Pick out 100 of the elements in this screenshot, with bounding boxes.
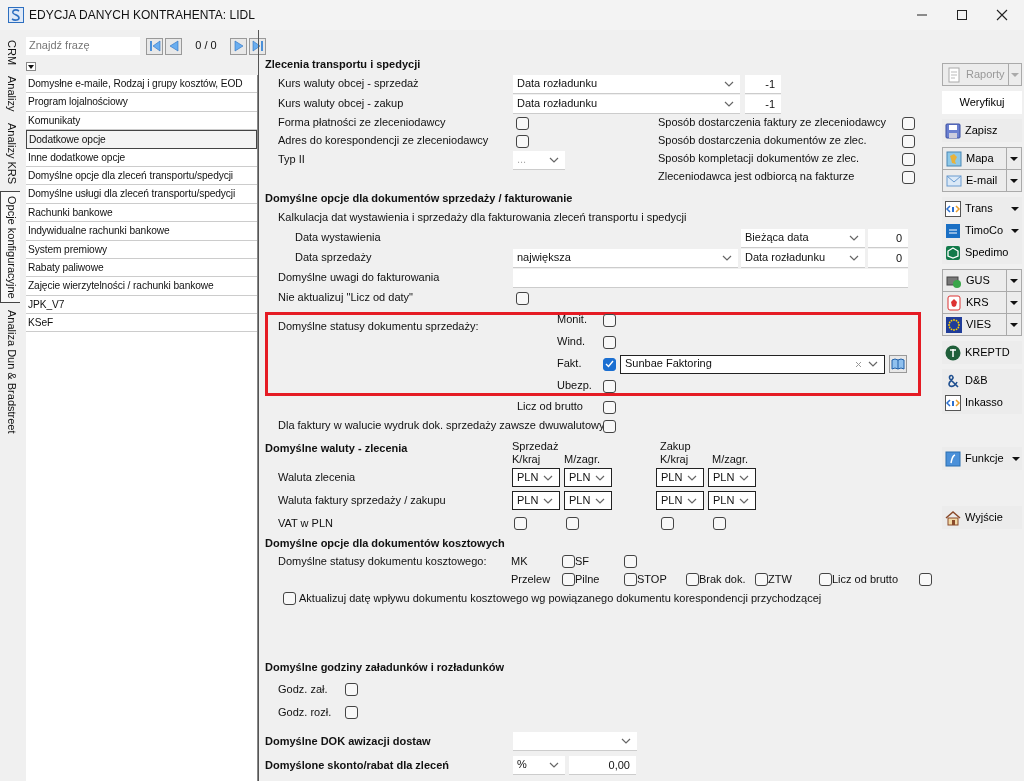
dropdown[interactable]: PLN — [656, 468, 704, 488]
book-button[interactable] — [889, 355, 907, 373]
checkbox[interactable] — [603, 400, 616, 414]
last-button[interactable] — [249, 37, 266, 55]
dropdown[interactable]: PLN — [564, 468, 612, 488]
checkbox[interactable] — [686, 572, 699, 586]
dropdown[interactable]: PLN — [564, 491, 612, 511]
field-label: Forma płatności ze zleceniodawcy — [278, 116, 447, 130]
checkbox[interactable] — [661, 516, 674, 530]
number-field[interactable]: 0,00 — [569, 755, 636, 775]
dropdown[interactable]: PLN — [512, 491, 560, 511]
number-field[interactable]: -1 — [745, 94, 781, 114]
collapse-button[interactable] — [26, 62, 36, 71]
dropdown[interactable]: Data rozładunku — [513, 74, 740, 94]
column-header: M/zagr. — [712, 453, 750, 467]
action-button[interactable]: Spedimo — [942, 241, 1022, 264]
list-item[interactable]: Program lojalnościowy — [26, 93, 257, 112]
action-button[interactable]: Funkcje — [942, 447, 1022, 470]
checkbox[interactable] — [345, 683, 358, 697]
list-item[interactable]: Domyślne opcje dla zleceń transportu/spedycji — [26, 166, 257, 186]
dropdown[interactable]: Data rozładunku — [513, 94, 740, 114]
side-tab[interactable]: Opcje konfiguracyjne — [0, 190, 20, 304]
checkbox[interactable] — [902, 170, 915, 184]
checkbox[interactable] — [562, 572, 575, 586]
dropdown[interactable]: PLN — [708, 468, 756, 488]
list-item[interactable]: Rabaty paliwowe — [26, 258, 257, 278]
checkbox[interactable] — [624, 572, 637, 586]
clear-icon[interactable] — [855, 360, 862, 368]
action-button[interactable]: Trans — [942, 197, 1022, 220]
dropdown-arrow-button[interactable] — [1006, 270, 1021, 291]
side-tab[interactable]: Analizy — [0, 72, 20, 116]
list-item[interactable]: JPK_V7 — [26, 295, 257, 315]
side-tab[interactable]: CRM — [0, 36, 20, 70]
search-field[interactable]: Znajdź frazę — [26, 37, 140, 55]
checkbox[interactable] — [902, 134, 915, 148]
dropdown-arrow-button[interactable] — [1006, 292, 1021, 313]
dropdown[interactable]: PLN — [512, 468, 560, 488]
checkbox[interactable] — [755, 572, 768, 586]
checkbox[interactable] — [516, 116, 529, 130]
action-button[interactable]: Inkasso — [942, 391, 1022, 414]
list-item[interactable]: Inne dodatkowe opcje — [26, 148, 257, 167]
checkbox[interactable] — [603, 335, 616, 349]
checkbox[interactable] — [603, 379, 616, 393]
dropdown-arrow-button[interactable] — [1006, 148, 1021, 169]
action-button[interactable]: Zapisz — [942, 119, 1022, 142]
dropdown[interactable]: PLN — [708, 491, 756, 511]
list-item[interactable]: System premiowy — [26, 240, 257, 259]
checkbox[interactable] — [713, 516, 726, 530]
action-button[interactable]: Wyjście — [942, 506, 1022, 529]
number-field[interactable]: -1 — [745, 74, 781, 94]
checkbox[interactable] — [566, 516, 579, 530]
checkbox[interactable] — [819, 572, 832, 586]
dropdown-arrow-button[interactable] — [1006, 170, 1021, 191]
list-item[interactable]: Zajęcie wierzytelności / rachunki bankowe — [26, 277, 257, 296]
side-tab[interactable]: Analizy KRS — [0, 118, 20, 188]
number-field[interactable]: 0 — [868, 248, 908, 268]
action-button[interactable]: Weryfikuj — [942, 91, 1022, 114]
list-item[interactable]: Domysłne e-maile, Rodzaj i grupy kosztów, EOD — [26, 75, 257, 94]
checkbox[interactable] — [902, 152, 915, 166]
close-icon[interactable] — [996, 9, 1008, 21]
checkbox[interactable] — [919, 572, 932, 586]
checkbox[interactable] — [562, 554, 575, 568]
field-label: Licz od brutto — [515, 400, 583, 414]
dropdown[interactable]: Data rozładunku — [741, 248, 865, 268]
dropdown[interactable]: Bieżąca data — [741, 228, 865, 248]
list-item[interactable]: Domyślne usługi dla zleceń transportu/spedycji — [26, 185, 257, 204]
list-item[interactable]: Indywidualne rachunki bankowe — [26, 222, 257, 241]
list-item[interactable]: Dodatkowe opcje — [26, 130, 257, 149]
checkbox[interactable] — [603, 313, 616, 327]
previous-button[interactable] — [165, 37, 182, 55]
first-button[interactable] — [146, 37, 163, 55]
field-label: Aktualizuj datę wpływu dokumentu kosztowego wg powiązanego dokumentu korespondencji przychodzącej — [299, 591, 822, 605]
checkbox[interactable] — [624, 554, 637, 568]
list-item[interactable]: Rachunki bankowe — [26, 203, 257, 223]
action-button[interactable]: TimoCo — [942, 219, 1022, 242]
field-label: SF — [575, 554, 591, 568]
side-tab[interactable]: Analiza Dun & Bradstreet — [0, 306, 20, 438]
checkbox[interactable] — [516, 134, 529, 148]
list-item[interactable]: KSeF — [26, 314, 257, 333]
checkbox[interactable] — [516, 291, 529, 305]
field-label: STOP — [637, 572, 668, 586]
checkbox[interactable] — [902, 116, 915, 130]
section-title: Domyślne godziny załadunków i rozładunków — [265, 659, 505, 675]
text-field[interactable] — [513, 268, 908, 288]
dropdown[interactable]: Sunbae Faktoring — [620, 354, 885, 374]
action-button[interactable]: D&B — [942, 369, 1022, 392]
checkbox[interactable] — [603, 357, 616, 371]
dropdown[interactable]: największa — [513, 248, 738, 268]
field-label: Domyślne statusy dokumentu kosztowego: — [278, 554, 488, 568]
checkbox[interactable] — [514, 516, 527, 530]
action-button[interactable]: KREPTD — [942, 341, 1022, 364]
checkbox[interactable] — [283, 591, 296, 605]
maximize-icon[interactable] — [956, 9, 968, 21]
checkbox[interactable] — [345, 706, 358, 720]
checkbox[interactable] — [603, 419, 616, 433]
dropdown-arrow-button[interactable] — [1006, 314, 1021, 335]
dropdown[interactable]: PLN — [656, 491, 704, 511]
field-label: Adres do korespondencji ze zleceniodawcy — [278, 134, 490, 148]
dropdown[interactable]: % — [513, 755, 565, 775]
number-field[interactable]: 0 — [868, 228, 908, 248]
